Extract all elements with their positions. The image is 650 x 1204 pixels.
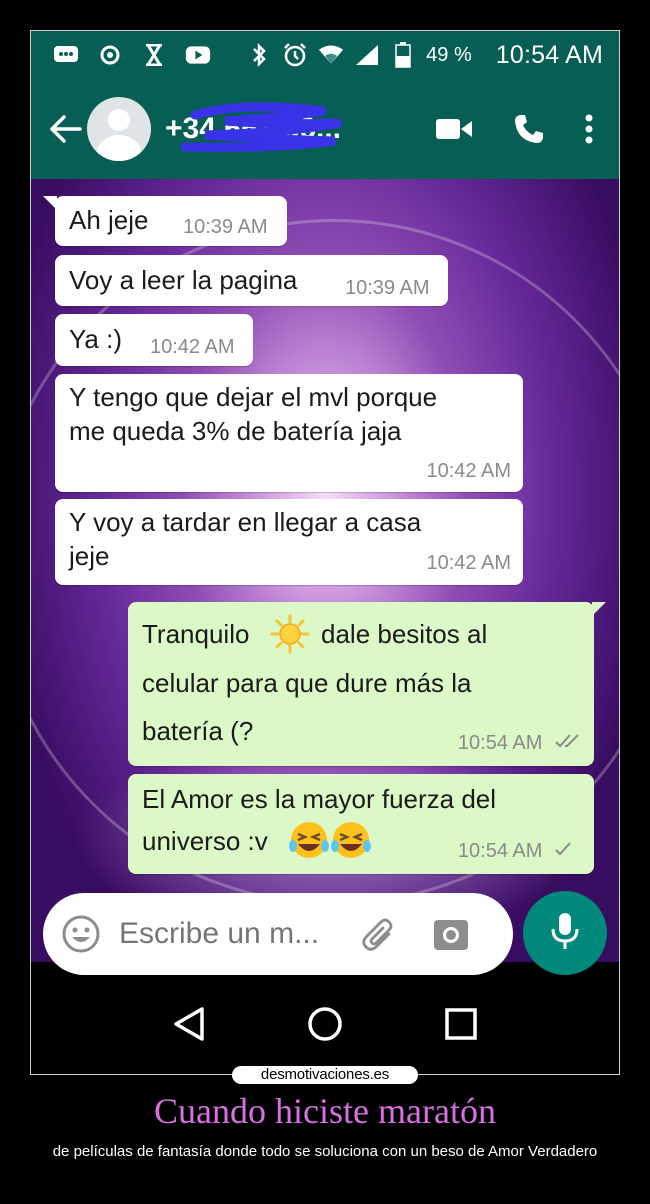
battery-percentage: 49 % (426, 43, 472, 66)
message-time: 10:42 AM (426, 460, 511, 482)
message-text: universo :v (142, 826, 268, 856)
message-text: Tranquilo (142, 619, 250, 649)
message-incoming[interactable]: Ah jeje 10:39 AM (43, 196, 287, 246)
camera-icon[interactable] (429, 912, 473, 956)
message-time: 10:42 AM (426, 552, 511, 574)
youtube-icon (185, 44, 211, 66)
caption-subtitle: de películas de fantasía donde todo se s… (52, 1143, 598, 1160)
record-icon (97, 44, 123, 66)
caption-title: Cuando hiciste maratón (154, 1091, 496, 1131)
message-time: 10:39 AM (345, 277, 430, 299)
message-incoming[interactable]: Voy a leer la pagina 10:39 AM (55, 255, 448, 306)
bluetooth-icon (246, 43, 272, 67)
battery-icon (390, 42, 416, 68)
message-incoming[interactable]: Y tengo que dejar el mvl porque me queda… (55, 374, 523, 492)
message-time: 10:54 AM (458, 840, 572, 863)
message-incoming[interactable]: Y voy a tardar en llegar a casa jeje 10:… (55, 499, 523, 585)
chat-background: Ah jeje 10:39 AM Voy a leer la pagina 10… (31, 179, 619, 962)
message-text: Y tengo que dejar el mvl porque (69, 382, 438, 412)
message-outgoing[interactable]: El Amor es la mayor fuerza del universo … (128, 774, 594, 874)
alarm-icon (282, 43, 308, 67)
sent-check-icon (554, 840, 572, 863)
message-text: dale besitos al (321, 619, 488, 649)
message-text: Y voy a tardar en llegar a casa (69, 507, 422, 537)
home-circle-icon[interactable] (300, 999, 350, 1049)
message-text: batería (? (142, 716, 254, 746)
back-triangle-icon[interactable] (164, 999, 214, 1049)
message-text: Ah jeje (69, 205, 149, 235)
message-incoming[interactable]: Ya :) 10:42 AM (55, 314, 253, 366)
microphone-icon (550, 911, 580, 956)
android-nav-bar (31, 971, 619, 1074)
message-outgoing[interactable]: Tranquilo dale besitos al celular para q… (128, 602, 606, 766)
avatar[interactable] (87, 97, 151, 161)
recents-square-icon[interactable] (436, 999, 486, 1049)
phone-call-icon[interactable] (513, 113, 545, 145)
message-text: jeje (69, 541, 110, 571)
message-text: me queda 3% de batería jaja (69, 416, 402, 446)
status-bar: 49 % 10:54 AM (31, 31, 619, 79)
emoji-icon[interactable] (59, 912, 103, 956)
message-input[interactable] (119, 917, 329, 951)
sun-emoji-icon (270, 614, 310, 659)
contact-name[interactable]: +34 651 56... (165, 99, 365, 159)
hourglass-icon (141, 44, 167, 66)
screenshot-frame: 49 % 10:54 AM +34 651 56... Ah jeje 10:3… (30, 30, 620, 1075)
more-options-icon[interactable] (585, 114, 593, 144)
status-time: 10:54 AM (495, 40, 603, 69)
message-text: Voy a leer la pagina (69, 265, 298, 295)
site-watermark: desmotivaciones.es (232, 1066, 418, 1084)
microphone-button[interactable] (523, 891, 607, 975)
laughing-emoji-icon (288, 818, 374, 867)
chat-header: +34 651 56... (31, 79, 619, 179)
redaction-scribble (180, 102, 342, 152)
wifi-icon (318, 44, 344, 66)
message-composer (43, 893, 513, 975)
read-double-check-icon (554, 732, 582, 755)
message-time: 10:54 AM (458, 732, 582, 755)
message-time: 10:39 AM (183, 216, 268, 238)
message-time: 10:42 AM (150, 336, 235, 358)
message-text: El Amor es la mayor fuerza del (142, 784, 497, 814)
paperclip-icon[interactable] (357, 912, 401, 956)
signal-icon (354, 44, 380, 66)
message-text: Ya :) (69, 324, 122, 354)
back-arrow-icon[interactable] (45, 109, 85, 149)
video-call-icon[interactable] (435, 117, 473, 141)
message-icon (53, 44, 79, 66)
message-text: celular para que dure más la (142, 668, 472, 698)
